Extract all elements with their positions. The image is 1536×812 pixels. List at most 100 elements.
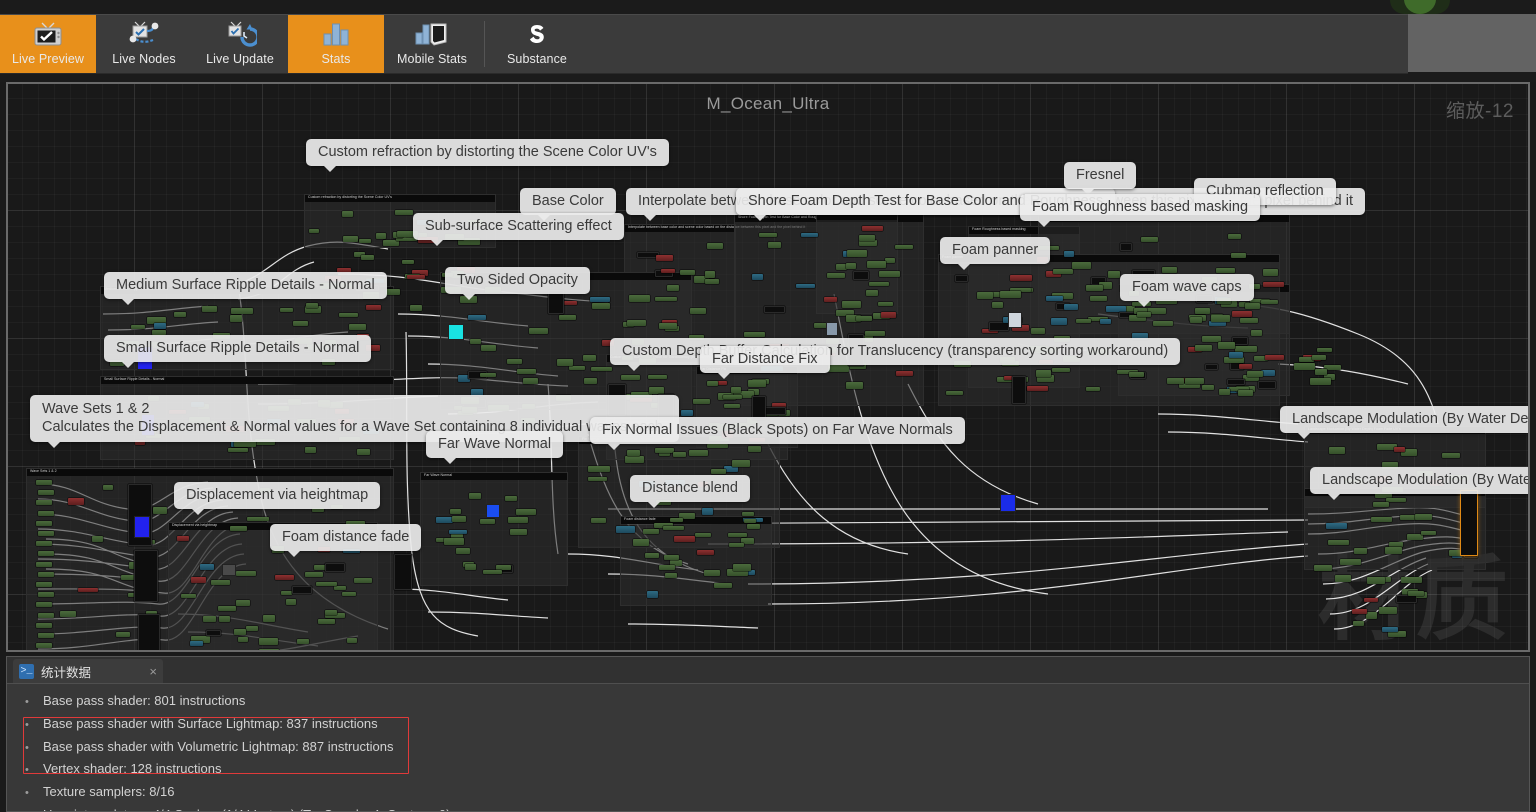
material-node[interactable] [60, 611, 77, 618]
material-node[interactable] [262, 615, 276, 622]
material-node[interactable] [1366, 612, 1377, 619]
comment-label-foam-wave-caps[interactable]: Foam wave caps [1120, 274, 1254, 308]
material-node[interactable] [728, 542, 744, 548]
material-node[interactable] [1400, 515, 1417, 520]
material-node[interactable] [741, 511, 754, 516]
material-node[interactable] [590, 366, 613, 372]
material-node[interactable] [747, 380, 767, 387]
close-icon[interactable]: × [149, 664, 157, 679]
material-node[interactable] [1218, 342, 1236, 349]
material-node[interactable] [1137, 311, 1151, 317]
material-node[interactable] [402, 259, 414, 264]
material-node[interactable] [1210, 315, 1231, 323]
material-node[interactable] [1414, 514, 1432, 521]
material-node[interactable] [219, 616, 230, 623]
material-node[interactable] [649, 387, 665, 394]
comment-label-displacement-heightmap[interactable]: Displacement via heightmap [174, 482, 381, 516]
material-node[interactable] [563, 300, 577, 306]
texture-preview-node[interactable] [134, 516, 150, 538]
material-node[interactable] [670, 517, 683, 523]
material-node-composite[interactable] [134, 550, 158, 602]
material-node[interactable] [280, 591, 292, 596]
material-node-input-pin[interactable] [36, 582, 52, 587]
material-node[interactable] [663, 525, 685, 531]
material-node[interactable] [508, 517, 528, 523]
material-node[interactable] [464, 564, 477, 571]
material-node[interactable] [246, 516, 269, 522]
material-node[interactable] [884, 258, 895, 263]
material-node[interactable] [211, 579, 231, 585]
material-node[interactable] [1162, 266, 1178, 273]
toolbar-button-stats[interactable]: Stats [288, 15, 384, 73]
material-node[interactable] [342, 592, 357, 597]
material-node[interactable] [78, 587, 98, 593]
material-graph-panel[interactable]: M_Ocean_Ultra 缩放-12 材质 Custom refraction… [6, 82, 1530, 652]
material-node[interactable] [702, 508, 713, 516]
material-node[interactable] [795, 283, 816, 288]
material-node[interactable] [845, 263, 857, 269]
material-node-input-pin[interactable] [36, 480, 52, 485]
material-node[interactable] [764, 407, 787, 416]
material-node[interactable] [856, 315, 873, 322]
material-node[interactable] [199, 563, 215, 571]
material-node[interactable] [1240, 318, 1259, 323]
material-node[interactable] [1378, 606, 1398, 614]
texture-preview-node[interactable] [222, 564, 236, 576]
material-node[interactable] [231, 308, 253, 314]
material-node[interactable] [582, 354, 596, 362]
material-node[interactable] [1334, 575, 1352, 582]
comment-label-foam-panner[interactable]: Foam panner [940, 237, 1051, 271]
material-node-input-pin[interactable] [36, 561, 52, 567]
material-node[interactable] [395, 210, 414, 216]
material-node[interactable] [348, 324, 366, 330]
material-node[interactable] [1108, 271, 1120, 278]
comment-label-sss-effect[interactable]: Sub-surface Scattering effect [413, 213, 624, 247]
material-node[interactable] [690, 307, 707, 314]
material-node[interactable] [1407, 534, 1424, 541]
material-node[interactable] [743, 518, 757, 523]
material-node[interactable] [1227, 378, 1246, 385]
material-node[interactable] [1190, 317, 1203, 323]
material-node[interactable] [1314, 565, 1333, 572]
material-node[interactable] [728, 532, 747, 537]
comment-label-far-wave-normal[interactable]: Far Wave Normal [426, 431, 564, 465]
comment-label-far-distance-fix[interactable]: Far Distance Fix [700, 346, 830, 380]
material-node[interactable] [861, 226, 883, 232]
material-node-input-pin[interactable] [38, 633, 54, 638]
material-node[interactable] [624, 456, 644, 463]
material-node[interactable] [1195, 345, 1213, 351]
material-node[interactable] [747, 446, 762, 452]
material-node[interactable] [1052, 368, 1071, 373]
material-node[interactable] [202, 616, 216, 623]
material-node[interactable] [706, 380, 718, 387]
material-node-input-pin[interactable] [38, 490, 54, 496]
material-node[interactable] [346, 638, 358, 644]
texture-preview-node[interactable] [826, 322, 838, 336]
material-node[interactable] [293, 321, 308, 327]
material-node[interactable] [1026, 385, 1049, 392]
material-node[interactable] [1228, 351, 1243, 358]
material-node[interactable] [694, 533, 712, 538]
material-node[interactable] [1063, 303, 1078, 311]
material-node[interactable] [1129, 371, 1144, 378]
material-node[interactable] [325, 563, 346, 572]
material-node[interactable] [655, 255, 673, 262]
material-node[interactable] [1366, 577, 1386, 584]
material-node[interactable] [218, 606, 237, 612]
material-node[interactable] [655, 297, 677, 302]
material-node[interactable] [988, 322, 1009, 332]
material-node[interactable] [704, 271, 716, 278]
material-node[interactable] [647, 375, 667, 380]
material-node[interactable] [824, 296, 838, 303]
material-node[interactable] [707, 443, 728, 449]
material-node[interactable] [569, 365, 586, 371]
material-node[interactable] [955, 274, 969, 283]
material-node[interactable] [557, 359, 574, 367]
material-node[interactable] [361, 255, 374, 260]
material-node[interactable] [852, 271, 869, 280]
material-node[interactable] [689, 449, 708, 456]
material-node[interactable] [230, 525, 248, 531]
material-node[interactable] [238, 636, 249, 642]
material-node[interactable] [470, 339, 482, 344]
material-node[interactable] [436, 516, 453, 524]
